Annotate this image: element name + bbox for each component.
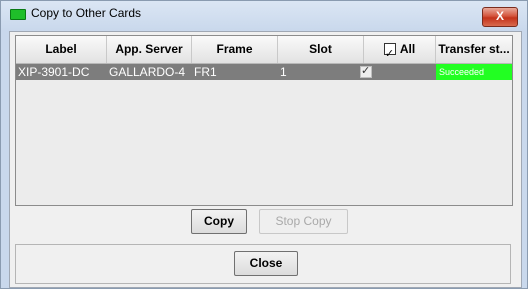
column-header-all-text: All <box>399 42 416 56</box>
select-all-checkbox[interactable] <box>383 41 396 63</box>
column-header-label-text: Label <box>45 42 77 56</box>
title-bar: Copy to Other Cards X <box>1 1 527 31</box>
cards-table: Label App. Server Frame Slot All Transfe… <box>15 35 513 206</box>
cell-slot: 1 <box>280 65 287 79</box>
close-button[interactable]: Close <box>234 251 298 276</box>
close-icon[interactable]: X <box>482 7 518 27</box>
stop-copy-button[interactable]: Stop Copy <box>259 209 348 234</box>
column-header-app-server-text: App. Server <box>115 42 183 56</box>
column-header-all[interactable]: All <box>364 36 436 63</box>
dialog-body: Label App. Server Frame Slot All Transfe… <box>9 31 522 288</box>
column-header-transfer-status[interactable]: Transfer st... <box>436 36 512 63</box>
cell-frame: FR1 <box>194 65 217 79</box>
column-header-transfer-status-text: Transfer st... <box>438 42 510 56</box>
cell-app-server: GALLARDO-4 <box>109 65 186 79</box>
cell-transfer-status: Succeeded <box>436 64 512 80</box>
column-header-frame[interactable]: Frame <box>192 36 278 63</box>
cell-label: XIP-3901-DC <box>18 65 90 79</box>
column-header-slot[interactable]: Slot <box>278 36 364 63</box>
green-card-icon <box>10 9 26 20</box>
copy-button[interactable]: Copy <box>191 209 247 234</box>
copy-dialog-window: Copy to Other Cards X Label App. Server … <box>0 0 528 289</box>
table-row[interactable]: XIP-3901-DC GALLARDO-4 FR1 1 Succeeded <box>16 64 512 80</box>
column-header-slot-text: Slot <box>309 42 332 56</box>
table-header: Label App. Server Frame Slot All Transfe… <box>16 36 512 64</box>
column-header-app-server[interactable]: App. Server <box>107 36 192 63</box>
column-header-frame-text: Frame <box>216 42 253 56</box>
window-title: Copy to Other Cards <box>31 6 142 20</box>
row-select-checkbox[interactable] <box>360 64 372 78</box>
column-header-label[interactable]: Label <box>16 36 107 63</box>
